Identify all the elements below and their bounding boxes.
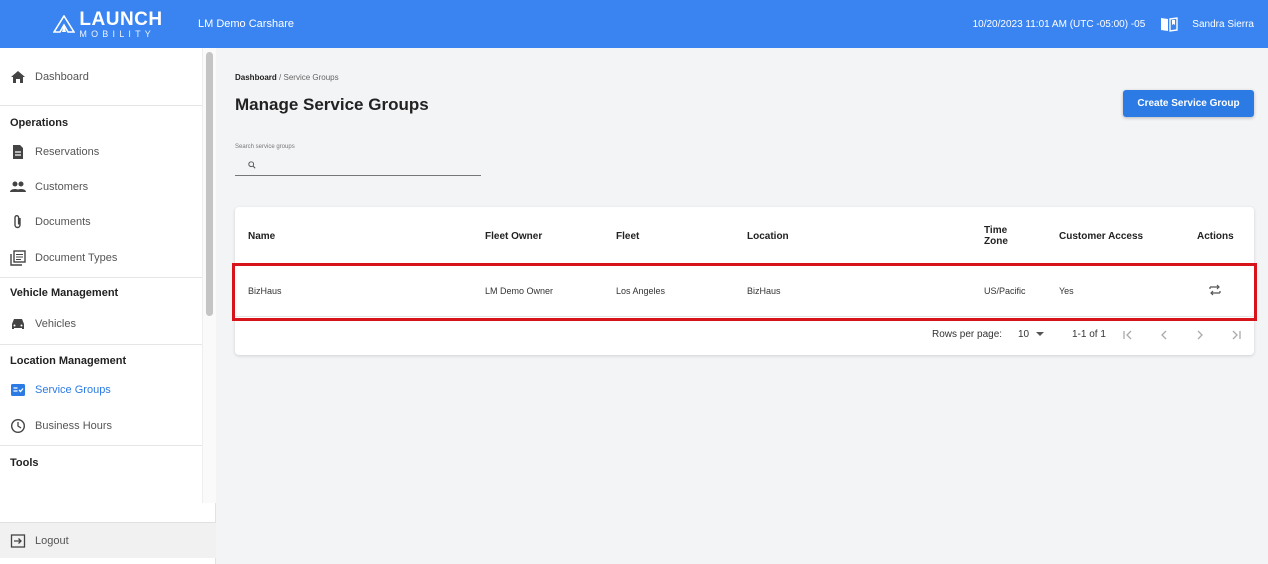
sidebar-item-label: Business Hours bbox=[35, 420, 113, 432]
breadcrumb-dashboard-link[interactable]: Dashboard bbox=[235, 73, 277, 82]
sidebar-scrollbar[interactable] bbox=[202, 48, 216, 503]
sidebar: Dashboard Operations Reservations Custom… bbox=[0, 48, 216, 564]
section-title-vehicle-management: Vehicle Management bbox=[10, 287, 119, 299]
logout-button[interactable]: Logout bbox=[0, 522, 216, 558]
brand-subtitle: MOBILITY bbox=[79, 28, 155, 39]
current-datetime: 10/20/2023 11:01 AM (UTC -05:00) -05 bbox=[972, 18, 1146, 30]
rows-per-page-select[interactable]: 10 bbox=[1018, 329, 1044, 340]
column-header-time-zone-line2: Zone bbox=[984, 236, 1008, 247]
people-icon bbox=[10, 181, 26, 192]
section-title-location-management: Location Management bbox=[10, 355, 127, 367]
book-icon[interactable] bbox=[1160, 16, 1178, 32]
first-page-icon[interactable] bbox=[1121, 328, 1135, 342]
clock-icon bbox=[10, 418, 26, 434]
search-icon bbox=[248, 161, 256, 169]
sidebar-item-label: Document Types bbox=[35, 252, 118, 264]
sidebar-item-documents[interactable]: Documents bbox=[0, 204, 202, 239]
breadcrumb-current: Service Groups bbox=[283, 73, 339, 82]
sidebar-item-reservations[interactable]: Reservations bbox=[0, 134, 202, 169]
brand-name: LAUNCH bbox=[79, 8, 163, 30]
next-page-icon[interactable] bbox=[1193, 328, 1207, 342]
sidebar-item-label: Vehicles bbox=[35, 318, 76, 330]
pagination-range: 1-1 of 1 bbox=[1072, 329, 1106, 340]
column-header-time-zone-line1: Time bbox=[984, 225, 1008, 236]
logo-mark-icon bbox=[53, 15, 76, 33]
section-title-operations: Operations bbox=[10, 117, 69, 129]
search-input[interactable] bbox=[261, 157, 471, 173]
logout-icon bbox=[10, 533, 26, 548]
sidebar-item-vehicles[interactable]: Vehicles bbox=[0, 304, 202, 344]
column-header-location[interactable]: Location bbox=[747, 231, 789, 242]
column-header-actions: Actions bbox=[1197, 231, 1234, 242]
scrollbar-thumb[interactable] bbox=[206, 52, 213, 316]
sidebar-item-label: Reservations bbox=[35, 145, 100, 158]
sidebar-item-business-hours[interactable]: Business Hours bbox=[0, 407, 202, 445]
home-icon bbox=[11, 70, 25, 83]
document-list-icon bbox=[10, 250, 26, 266]
column-header-fleet-owner[interactable]: Fleet Owner bbox=[485, 231, 542, 242]
chevron-down-icon bbox=[1035, 332, 1044, 336]
last-page-icon[interactable] bbox=[1229, 328, 1243, 342]
row-highlight-box bbox=[232, 263, 1257, 321]
rows-per-page-value: 10 bbox=[1018, 329, 1030, 340]
sidebar-item-label: Service Groups bbox=[35, 383, 111, 396]
breadcrumb: Dashboard / Service Groups bbox=[235, 73, 339, 82]
document-icon bbox=[13, 144, 23, 159]
breadcrumb-separator: / bbox=[279, 73, 282, 82]
previous-page-icon[interactable] bbox=[1157, 328, 1171, 342]
logo[interactable]: LAUNCH MOBILITY bbox=[0, 0, 216, 48]
top-bar: LAUNCH MOBILITY LM Demo Carshare 10/20/2… bbox=[0, 0, 1268, 48]
page-title: Manage Service Groups bbox=[235, 95, 429, 114]
column-header-name[interactable]: Name bbox=[248, 231, 275, 242]
search-label: Search service groups bbox=[235, 144, 295, 150]
user-name[interactable]: Sandra Sierra bbox=[1192, 19, 1254, 30]
column-header-fleet[interactable]: Fleet bbox=[616, 231, 639, 242]
logout-label: Logout bbox=[35, 534, 69, 547]
paperclip-icon bbox=[14, 214, 21, 228]
column-header-time-zone[interactable]: Time Zone bbox=[984, 225, 1008, 247]
section-title-tools: Tools bbox=[10, 457, 39, 469]
sidebar-item-dashboard[interactable]: Dashboard bbox=[0, 48, 202, 105]
sidebar-item-label: Customers bbox=[35, 180, 89, 193]
sidebar-item-service-groups[interactable]: Service Groups bbox=[0, 372, 202, 407]
sidebar-item-document-types[interactable]: Document Types bbox=[0, 239, 202, 277]
car-icon bbox=[12, 319, 24, 329]
sidebar-item-customers[interactable]: Customers bbox=[0, 169, 202, 204]
search-field[interactable] bbox=[235, 155, 481, 176]
column-header-customer-access[interactable]: Customer Access bbox=[1059, 231, 1143, 242]
checklist-icon bbox=[11, 383, 25, 396]
sidebar-item-label: Dashboard bbox=[35, 70, 89, 83]
create-service-group-button[interactable]: Create Service Group bbox=[1123, 90, 1254, 117]
rows-per-page-label: Rows per page: bbox=[932, 329, 1003, 340]
sidebar-item-label: Documents bbox=[35, 215, 91, 228]
